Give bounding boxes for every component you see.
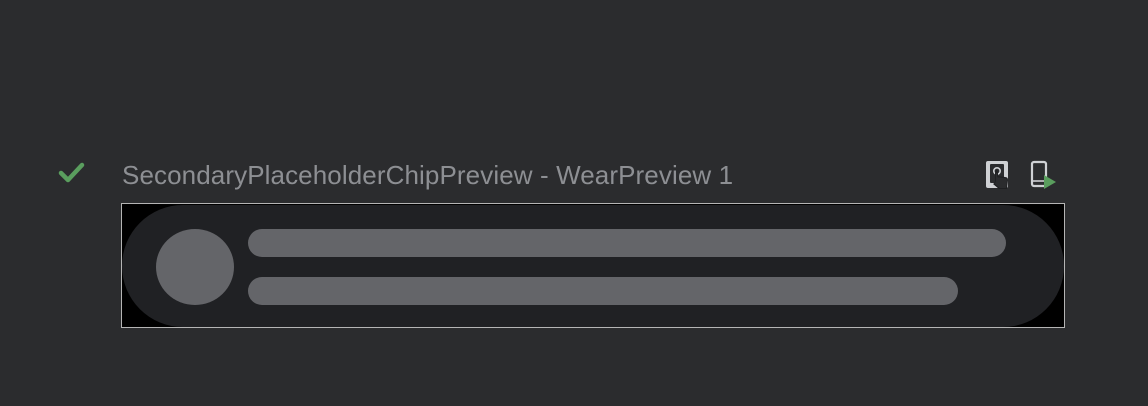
placeholder-avatar (156, 229, 234, 305)
touch-hand-icon (982, 161, 1012, 196)
checkmark-icon (58, 160, 86, 186)
placeholder-chip (122, 205, 1064, 327)
interactive-mode-button[interactable] (982, 158, 1012, 192)
run-on-device-button[interactable] (1028, 158, 1058, 192)
device-run-icon (1028, 160, 1058, 196)
preview-title: SecondaryPlaceholderChipPreview - WearPr… (122, 160, 734, 190)
preview-panel: SecondaryPlaceholderChipPreview - WearPr… (0, 0, 1148, 406)
placeholder-label-line (248, 229, 1006, 257)
preview-render-frame (121, 203, 1065, 328)
placeholder-secondary-label-line (248, 277, 958, 305)
